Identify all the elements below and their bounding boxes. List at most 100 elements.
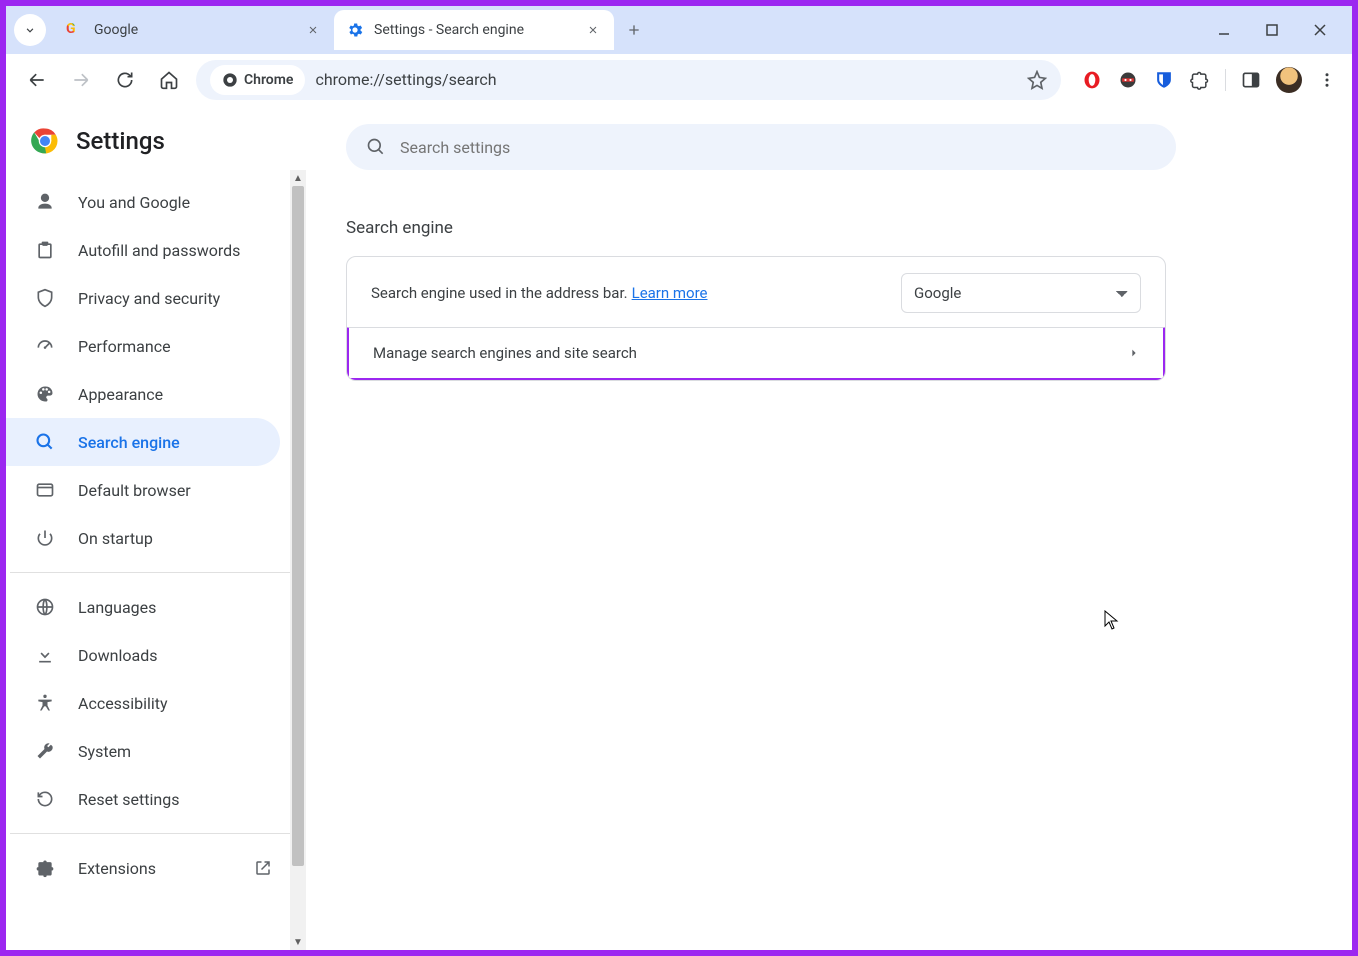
tab-title: Settings - Search engine	[374, 22, 524, 38]
search-settings-bar[interactable]	[346, 124, 1176, 170]
profile-avatar-button[interactable]	[1276, 67, 1302, 93]
star-icon	[1027, 70, 1047, 90]
person-icon	[34, 191, 56, 213]
address-bar[interactable]: Chrome chrome://settings/search	[196, 60, 1061, 100]
sidebar-item-search-engine[interactable]: Search engine	[6, 418, 280, 466]
plus-icon	[626, 22, 642, 38]
section-title: Search engine	[346, 218, 453, 238]
settings-sidebar: You and Google Autofill and passwords Pr…	[6, 170, 306, 900]
speedometer-icon	[34, 335, 56, 357]
palette-icon	[34, 383, 56, 405]
wrench-icon	[34, 740, 56, 762]
scroll-down-button[interactable]: ▼	[290, 934, 306, 950]
settings-left-column: Settings You and Google Autofill and pas…	[6, 106, 306, 950]
settings-header: Settings	[6, 106, 306, 170]
extension-opera-icon[interactable]	[1081, 69, 1103, 91]
window-maximize-button[interactable]	[1262, 20, 1282, 40]
sidebar-item-label: Accessibility	[78, 694, 168, 713]
search-icon	[34, 431, 56, 453]
tab-title: Google	[94, 22, 138, 38]
window-close-button[interactable]	[1310, 20, 1330, 40]
sidebar-item-accessibility[interactable]: Accessibility	[6, 679, 280, 727]
bookmark-star-button[interactable]	[1027, 70, 1047, 90]
row-text: Search engine used in the address bar.	[371, 284, 628, 302]
learn-more-link[interactable]: Learn more	[632, 284, 708, 302]
sidebar-item-extensions[interactable]: Extensions	[6, 844, 280, 892]
sidebar-item-label: Languages	[78, 598, 156, 617]
nav-home-button[interactable]	[152, 63, 186, 97]
sidebar-item-label: Performance	[78, 337, 171, 356]
chrome-menu-button[interactable]	[1316, 69, 1338, 91]
sidebar-item-downloads[interactable]: Downloads	[6, 631, 280, 679]
nav-back-button[interactable]	[20, 63, 54, 97]
maximize-icon	[1266, 24, 1278, 36]
power-icon	[34, 527, 56, 549]
sidebar-item-you-and-google[interactable]: You and Google	[6, 178, 280, 226]
sidebar-item-languages[interactable]: Languages	[6, 583, 280, 631]
settings-main: Search engine Search engine used in the …	[306, 106, 1352, 950]
search-tabs-button[interactable]	[14, 14, 46, 46]
close-icon	[587, 24, 599, 36]
window-minimize-button[interactable]	[1214, 20, 1234, 40]
side-panel-button[interactable]	[1240, 69, 1262, 91]
tab-close-button[interactable]	[584, 21, 602, 39]
sidebar-item-default-browser[interactable]: Default browser	[6, 466, 280, 514]
sidebar-scrollbar[interactable]: ▲ ▼	[290, 170, 306, 950]
close-icon	[307, 24, 319, 36]
site-chip-label: Chrome	[244, 72, 293, 88]
shield-icon	[1154, 70, 1174, 90]
opera-icon	[1082, 70, 1102, 90]
panel-icon	[1241, 70, 1261, 90]
sidebar-item-appearance[interactable]: Appearance	[6, 370, 280, 418]
globe-icon	[34, 596, 56, 618]
sidebar-item-autofill[interactable]: Autofill and passwords	[6, 226, 280, 274]
scroll-up-button[interactable]: ▲	[290, 170, 306, 186]
sidebar-item-privacy[interactable]: Privacy and security	[6, 274, 280, 322]
ninja-icon	[1118, 70, 1138, 90]
sidebar-item-label: Appearance	[78, 385, 163, 404]
search-settings-input[interactable]	[400, 138, 1156, 157]
open-in-new-icon	[254, 859, 272, 877]
extensions-menu-button[interactable]	[1189, 69, 1211, 91]
sidebar-item-label: System	[78, 742, 131, 761]
google-favicon-icon	[66, 21, 84, 39]
sidebar-item-system[interactable]: System	[6, 727, 280, 775]
search-icon	[366, 137, 386, 157]
nav-forward-button[interactable]	[64, 63, 98, 97]
arrow-left-icon	[27, 70, 47, 90]
new-tab-button[interactable]	[618, 14, 650, 46]
site-chip[interactable]: Chrome	[210, 65, 305, 95]
nav-reload-button[interactable]	[108, 63, 142, 97]
shield-icon	[34, 287, 56, 309]
download-icon	[34, 644, 56, 666]
tab-google[interactable]: Google	[54, 10, 334, 50]
sidebar-item-reset[interactable]: Reset settings	[6, 775, 280, 823]
sidebar-item-performance[interactable]: Performance	[6, 322, 280, 370]
arrow-right-icon	[71, 70, 91, 90]
puzzle-icon	[34, 857, 56, 879]
row-text: Manage search engines and site search	[373, 344, 637, 362]
extension-bitwarden-icon[interactable]	[1153, 69, 1175, 91]
sidebar-item-label: Autofill and passwords	[78, 241, 240, 260]
clipboard-icon	[34, 239, 56, 261]
puzzle-icon	[1190, 70, 1210, 90]
tab-settings-search-engine[interactable]: Settings - Search engine	[334, 10, 614, 50]
sidebar-item-label: You and Google	[78, 193, 190, 212]
address-bar-url: chrome://settings/search	[315, 70, 496, 89]
search-engine-dropdown[interactable]: Google	[901, 273, 1141, 313]
window-controls	[1214, 20, 1352, 40]
manage-search-engines-row[interactable]: Manage search engines and site search	[346, 327, 1166, 381]
toolbar-divider	[1225, 69, 1226, 91]
sidebar-item-label: On startup	[78, 529, 153, 548]
browser-tab-strip: Google Settings - Search engine	[6, 6, 1352, 54]
scroll-thumb[interactable]	[292, 186, 304, 866]
extension-ninja-icon[interactable]	[1117, 69, 1139, 91]
close-icon	[1313, 23, 1327, 37]
browser-toolbar: Chrome chrome://settings/search	[6, 54, 1352, 106]
settings-gear-favicon-icon	[346, 21, 364, 39]
restore-icon	[34, 788, 56, 810]
sidebar-item-on-startup[interactable]: On startup	[6, 514, 280, 562]
tab-close-button[interactable]	[304, 21, 322, 39]
page-title: Settings	[76, 127, 165, 155]
sidebar-item-label: Default browser	[78, 481, 191, 500]
